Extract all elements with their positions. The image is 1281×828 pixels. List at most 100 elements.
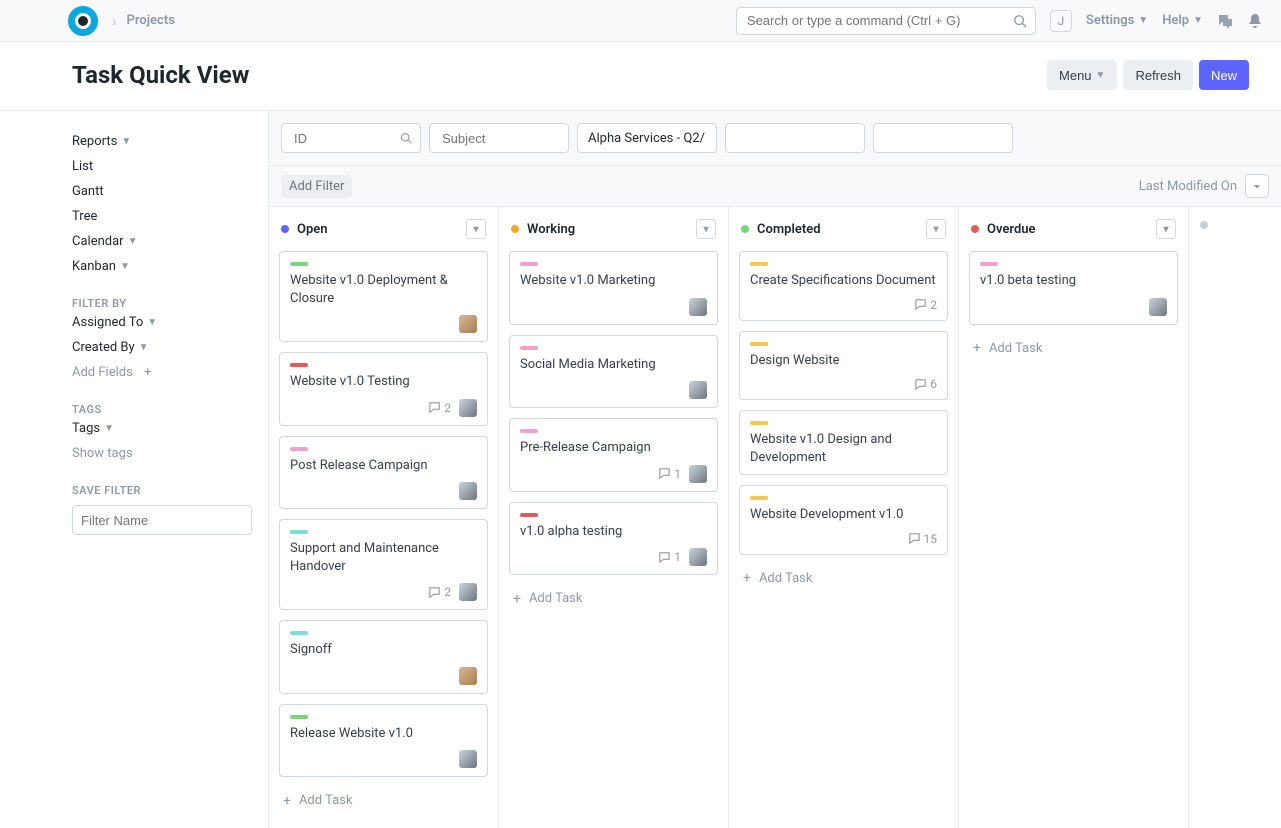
- filter-extra-1[interactable]: [725, 123, 865, 153]
- assignee-avatar: [689, 381, 707, 399]
- add-task-button[interactable]: +Add Task: [969, 335, 1178, 362]
- search-icon: [1013, 14, 1027, 28]
- new-button[interactable]: New: [1199, 60, 1249, 90]
- task-title: Create Specifications Document: [750, 272, 937, 290]
- task-title: Release Website v1.0: [290, 725, 477, 743]
- chevron-down-icon: ▼: [128, 236, 138, 247]
- task-title: Website v1.0 Design and Development: [750, 431, 937, 466]
- sort-direction-button[interactable]: [1245, 174, 1269, 198]
- sidebar-view-reports[interactable]: Reports ▼: [72, 129, 250, 154]
- priority-swatch: [520, 429, 538, 433]
- filter-id[interactable]: [281, 123, 421, 153]
- sidebar-view-kanban[interactable]: Kanban ▼: [72, 254, 250, 279]
- kanban-board: Open▾ Website v1.0 Deployment & Closure We…: [269, 207, 1281, 828]
- main: Alpha Services - Q2/ Add Filter Last Mod…: [268, 111, 1281, 828]
- task-card[interactable]: Create Specifications Document 2: [739, 251, 948, 321]
- chevron-down-icon: ▼: [1138, 15, 1148, 26]
- refresh-button[interactable]: Refresh: [1123, 60, 1193, 90]
- assignee-avatar: [689, 465, 707, 483]
- task-card[interactable]: Website v1.0 Testing2: [279, 352, 488, 426]
- priority-swatch: [520, 346, 538, 350]
- bell-icon[interactable]: [1247, 13, 1263, 29]
- priority-swatch: [290, 447, 308, 451]
- chevron-down-icon: ▼: [147, 317, 157, 328]
- assignee-avatar: [1149, 298, 1167, 316]
- task-card[interactable]: Support and Maintenance Handover2: [279, 519, 488, 610]
- sidebar-view-calendar[interactable]: Calendar ▼: [72, 229, 250, 254]
- add-task-button[interactable]: +Add Task: [739, 565, 948, 592]
- sidebar-filter-created-by[interactable]: Created By▼: [72, 335, 250, 360]
- tags-dropdown[interactable]: Tags▼: [72, 416, 250, 441]
- task-title: v1.0 beta testing: [980, 272, 1167, 290]
- task-card[interactable]: Website Development v1.015: [739, 485, 948, 555]
- plus-icon: +: [283, 794, 291, 808]
- comment-count: 1: [658, 550, 681, 564]
- filter-extra-2[interactable]: [873, 123, 1013, 153]
- comment-count: 2: [428, 585, 451, 599]
- column-title: Completed: [757, 222, 821, 237]
- comment-count: 2: [914, 298, 937, 312]
- plus-icon: +: [743, 571, 751, 585]
- column-header: Open▾: [269, 207, 498, 251]
- column-menu-button[interactable]: ▾: [926, 219, 946, 239]
- task-card[interactable]: Design Website 6: [739, 331, 948, 401]
- sidebar-view-gantt[interactable]: Gantt: [72, 179, 250, 204]
- add-filter-button[interactable]: Add Filter: [281, 175, 352, 198]
- task-card[interactable]: Website v1.0 Marketing: [509, 251, 718, 325]
- arrow-down-icon: [1252, 181, 1262, 191]
- column-menu-button[interactable]: ▾: [696, 219, 716, 239]
- task-card[interactable]: Website v1.0 Design and Development: [739, 410, 948, 475]
- help-menu[interactable]: Help▼: [1162, 13, 1203, 28]
- task-card[interactable]: Social Media Marketing: [509, 335, 718, 409]
- task-card[interactable]: Website v1.0 Deployment & Closure: [279, 251, 488, 342]
- breadcrumb[interactable]: › Projects: [112, 12, 175, 30]
- task-title: Website v1.0 Testing: [290, 373, 477, 391]
- kanban-column-open: Open▾ Website v1.0 Deployment & Closure We…: [269, 207, 499, 828]
- task-card[interactable]: Post Release Campaign: [279, 436, 488, 510]
- plus-icon: +: [513, 592, 521, 606]
- filter-name-input[interactable]: [72, 505, 252, 535]
- sort-label[interactable]: Last Modified On: [1139, 179, 1237, 194]
- menu-button[interactable]: Menu▼: [1047, 60, 1117, 90]
- filter-subject-input[interactable]: [440, 130, 558, 147]
- task-card[interactable]: Release Website v1.0: [279, 704, 488, 778]
- column-menu-button[interactable]: ▾: [1156, 219, 1176, 239]
- task-card[interactable]: v1.0 alpha testing1: [509, 502, 718, 576]
- column-title: Working: [527, 222, 575, 237]
- chevron-down-icon: ▼: [1096, 70, 1106, 81]
- filter-subject[interactable]: [429, 123, 569, 153]
- assignee-avatar: [459, 315, 477, 333]
- sidebar-view-list[interactable]: List: [72, 154, 250, 179]
- chat-icon[interactable]: [1217, 13, 1233, 29]
- sidebar-section-tags: Tags: [72, 403, 250, 416]
- add-fields-button[interactable]: Add Fields +: [72, 360, 250, 385]
- user-avatar[interactable]: J: [1050, 10, 1072, 32]
- comment-icon: [428, 586, 441, 599]
- assignee-avatar: [459, 399, 477, 417]
- show-tags-button[interactable]: Show tags: [72, 441, 250, 466]
- comment-count: 6: [914, 377, 937, 391]
- search-input[interactable]: [745, 12, 1013, 29]
- plus-icon: +: [973, 341, 981, 355]
- task-card[interactable]: Pre-Release Campaign1: [509, 418, 718, 492]
- add-task-button[interactable]: +Add Task: [509, 585, 718, 612]
- task-card[interactable]: v1.0 beta testing: [969, 251, 1178, 325]
- global-search[interactable]: [736, 7, 1036, 35]
- sidebar-filter-assigned-to[interactable]: Assigned To▼: [72, 310, 250, 335]
- status-dot: [971, 225, 979, 233]
- sidebar-view-tree[interactable]: Tree: [72, 204, 250, 229]
- task-title: Website v1.0 Deployment & Closure: [290, 272, 477, 307]
- task-card[interactable]: Signoff: [279, 620, 488, 694]
- task-title: Signoff: [290, 641, 477, 659]
- priority-swatch: [290, 363, 308, 367]
- priority-swatch: [290, 530, 308, 534]
- app-logo[interactable]: [68, 6, 98, 36]
- add-task-button[interactable]: +Add Task: [279, 787, 488, 814]
- task-title: Design Website: [750, 352, 937, 370]
- page-header: Task Quick View Menu▼ Refresh New: [0, 42, 1281, 111]
- column-menu-button[interactable]: ▾: [466, 219, 486, 239]
- comment-icon: [914, 378, 927, 391]
- filter-id-input[interactable]: [292, 130, 410, 147]
- filter-project[interactable]: Alpha Services - Q2/: [577, 123, 717, 153]
- settings-menu[interactable]: Settings▼: [1086, 13, 1148, 28]
